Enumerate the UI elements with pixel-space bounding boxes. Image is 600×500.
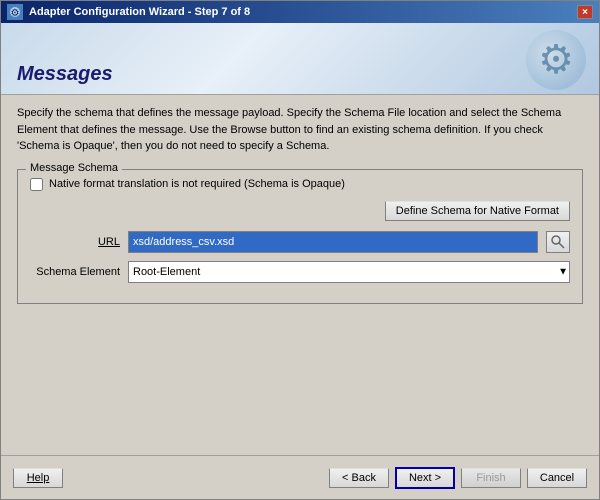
url-field-row: URL <box>30 231 570 253</box>
help-button[interactable]: Help <box>13 468 63 488</box>
content-area: Specify the schema that defines the mess… <box>1 95 599 455</box>
finish-button[interactable]: Finish <box>461 468 521 488</box>
opaque-checkbox-row: Native format translation is not require… <box>30 178 570 191</box>
header-title: Messages <box>17 63 113 86</box>
next-button[interactable]: Next > <box>395 467 455 489</box>
title-bar-left: ⚙ Adapter Configuration Wizard - Step 7 … <box>7 4 250 20</box>
group-box-label: Message Schema <box>26 162 122 174</box>
cancel-button[interactable]: Cancel <box>527 468 587 488</box>
schema-element-field-row: Schema Element Root-Element ▼ <box>30 261 570 283</box>
footer-left: Help <box>13 468 63 488</box>
close-button[interactable]: × <box>577 5 593 19</box>
footer: Help < Back Next > Finish Cancel <box>1 455 599 499</box>
wizard-icon: ⚙ <box>7 4 23 20</box>
gear-icon: ⚙ <box>524 28 589 93</box>
svg-text:⚙: ⚙ <box>11 8 20 19</box>
browse-button[interactable] <box>546 231 570 253</box>
define-button-row: Define Schema for Native Format <box>30 201 570 221</box>
title-bar: ⚙ Adapter Configuration Wizard - Step 7 … <box>1 1 599 23</box>
wizard-window: ⚙ Adapter Configuration Wizard - Step 7 … <box>0 0 600 500</box>
schema-element-select-wrapper: Root-Element ▼ <box>128 261 570 283</box>
schema-element-label: Schema Element <box>30 266 120 278</box>
opaque-checkbox[interactable] <box>30 178 43 191</box>
search-icon <box>551 235 565 249</box>
schema-element-select[interactable]: Root-Element <box>128 261 570 283</box>
back-button[interactable]: < Back <box>329 468 389 488</box>
opaque-checkbox-label[interactable]: Native format translation is not require… <box>49 178 345 190</box>
footer-right: < Back Next > Finish Cancel <box>329 467 587 489</box>
description-text: Specify the schema that defines the mess… <box>17 105 583 155</box>
url-input[interactable] <box>128 231 538 253</box>
title-bar-text: Adapter Configuration Wizard - Step 7 of… <box>29 6 250 18</box>
message-schema-group: Message Schema Native format translation… <box>17 169 583 304</box>
define-schema-button[interactable]: Define Schema for Native Format <box>385 201 570 221</box>
header-banner: Messages ⚙ <box>1 23 599 95</box>
svg-text:⚙: ⚙ <box>538 38 574 82</box>
url-label: URL <box>30 236 120 248</box>
